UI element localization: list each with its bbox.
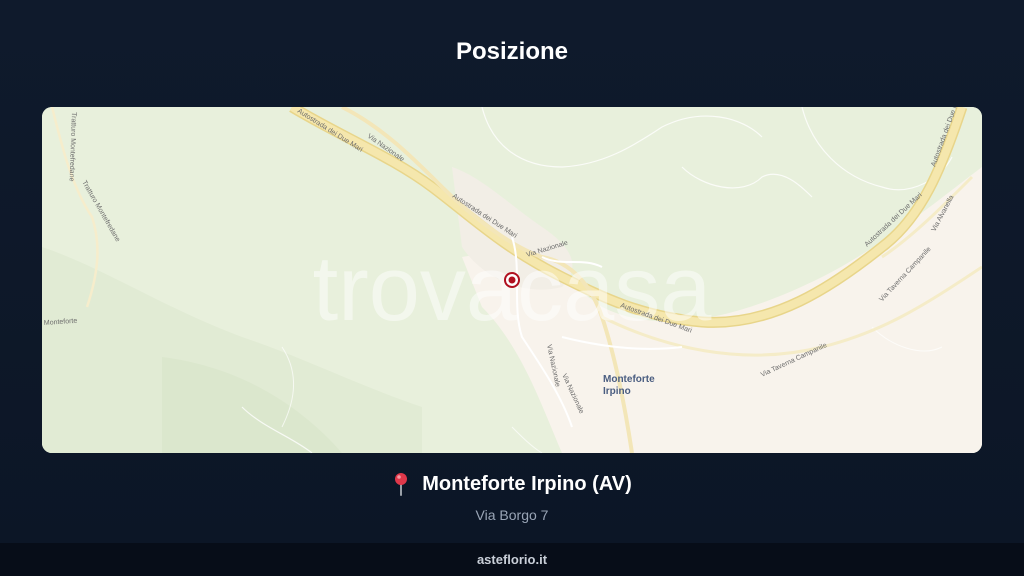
town-label: Monteforte: [603, 374, 655, 385]
map-view[interactable]: trovacasa Autostrada dei Due Mari Autost…: [42, 107, 982, 453]
town-label: Irpino: [603, 386, 631, 397]
map-marker-icon[interactable]: [504, 272, 520, 288]
location-heading: Monteforte Irpino (AV): [392, 472, 632, 496]
round-pushpin-icon: [392, 472, 410, 496]
location-address: Via Borgo 7: [475, 507, 549, 523]
watermark-label: trovacasa: [313, 238, 713, 340]
location-info: Monteforte Irpino (AV) Via Borgo 7: [0, 472, 1024, 523]
location-name: Monteforte Irpino (AV): [422, 472, 632, 495]
page-title: Posizione: [455, 38, 569, 65]
site-footer[interactable]: asteflorio.it: [0, 543, 1024, 576]
